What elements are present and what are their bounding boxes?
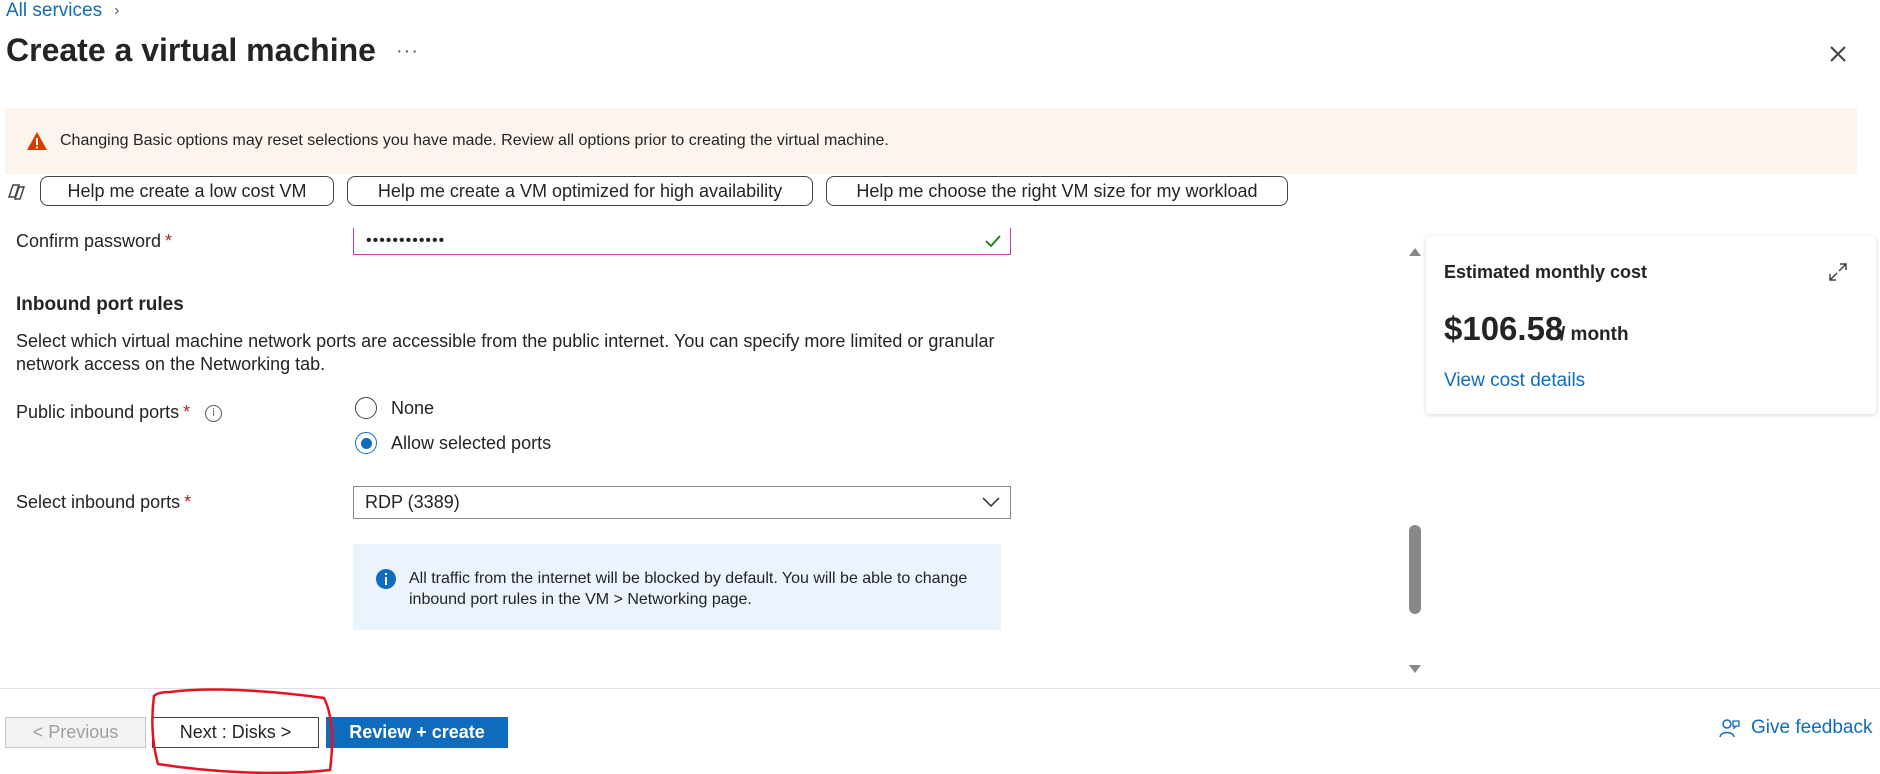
feedback-icon xyxy=(1719,719,1740,738)
chevron-right-icon: › xyxy=(114,2,120,19)
checkmark-icon xyxy=(985,235,1001,248)
cost-card-title: Estimated monthly cost xyxy=(1444,262,1648,282)
warning-text: Changing Basic options may reset selecti… xyxy=(60,132,889,149)
select-inbound-ports-dropdown[interactable]: RDP (3389) xyxy=(353,486,1011,519)
give-feedback-link[interactable]: Give feedback xyxy=(1719,717,1872,739)
scroll-up-arrow[interactable] xyxy=(1409,247,1421,257)
chevron-down-icon xyxy=(982,497,1000,508)
confirm-password-value: •••••••••••• xyxy=(366,232,446,249)
select-inbound-ports-label: Select inbound ports * xyxy=(16,492,192,512)
copilot-icon xyxy=(7,184,26,200)
cost-period: / month xyxy=(1560,324,1629,345)
warning-banner: Changing Basic options may reset selecti… xyxy=(5,108,1857,174)
info-icon xyxy=(376,569,396,589)
estimated-cost-card: Estimated monthly cost $106.58 / month V… xyxy=(1426,236,1876,414)
breadcrumb-all-services[interactable]: All services xyxy=(6,0,102,22)
info-icon[interactable]: i xyxy=(205,404,223,422)
copilot-chip-low-cost[interactable]: Help me create a low cost VM xyxy=(40,176,334,206)
scrollbar-thumb[interactable] xyxy=(1409,525,1421,614)
inbound-port-rules-description: Select which virtual machine network por… xyxy=(16,331,995,374)
review-create-button[interactable]: Review + create xyxy=(326,717,508,748)
expand-icon[interactable] xyxy=(1828,262,1848,282)
cost-price: $106.58 xyxy=(1444,310,1564,347)
copilot-chip-vm-size[interactable]: Help me choose the right VM size for my … xyxy=(826,176,1288,206)
view-cost-details-link[interactable]: View cost details xyxy=(1444,370,1585,392)
warning-icon xyxy=(27,132,47,150)
info-message-box: All traffic from the internet will be bl… xyxy=(353,544,1001,630)
confirm-password-label: Confirm password * xyxy=(16,231,173,251)
radio-none[interactable]: None xyxy=(355,397,434,419)
copilot-chip-high-availability[interactable]: Help me create a VM optimized for high a… xyxy=(347,176,813,206)
previous-button[interactable]: < Previous xyxy=(5,717,146,748)
radio-allow-selected-ports[interactable]: Allow selected ports xyxy=(355,432,551,454)
info-message-text: All traffic from the internet will be bl… xyxy=(409,570,968,608)
breadcrumb: All services › xyxy=(6,0,119,22)
annotation-circle xyxy=(151,688,334,774)
close-icon[interactable] xyxy=(1824,40,1852,68)
radio-circle-selected xyxy=(355,432,377,454)
scroll-down-arrow[interactable] xyxy=(1409,664,1421,674)
page-title: Create a virtual machine xyxy=(6,32,376,68)
radio-circle xyxy=(355,397,377,419)
inbound-port-rules-heading: Inbound port rules xyxy=(16,294,184,315)
confirm-password-field[interactable]: •••••••••••• xyxy=(353,228,1011,255)
public-inbound-ports-label: Public inbound ports * i xyxy=(16,402,223,423)
more-options-button[interactable]: ··· xyxy=(396,40,419,63)
